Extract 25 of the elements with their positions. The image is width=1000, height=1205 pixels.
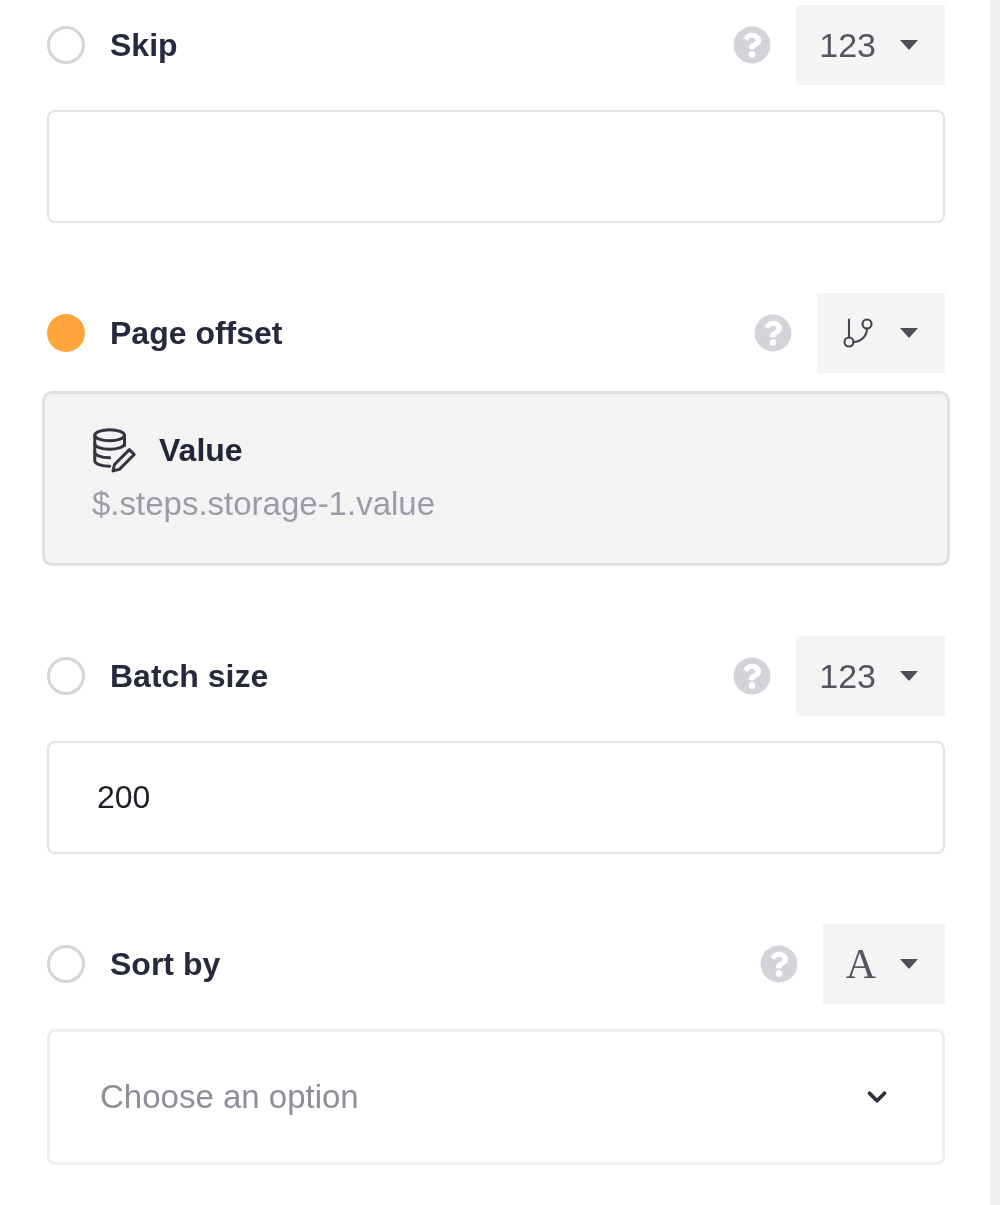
caret-down-icon [900, 671, 918, 681]
reference-path: $.steps.storage-1.value [92, 485, 437, 523]
type-dropdown-button[interactable]: 123 [796, 5, 945, 85]
caret-down-icon [900, 959, 918, 969]
help-icon[interactable] [733, 657, 772, 695]
field-label: Page offset [110, 314, 284, 352]
help-icon[interactable] [759, 945, 798, 983]
radio-button[interactable] [47, 657, 85, 695]
caret-down-icon [900, 328, 918, 338]
field-label: Skip [110, 26, 179, 64]
help-icon[interactable] [754, 314, 792, 352]
type-dropdown-button[interactable]: A [822, 924, 945, 1004]
type-dropdown-button[interactable] [817, 293, 945, 373]
field-label: Batch size [110, 657, 270, 695]
radio-button[interactable] [47, 26, 85, 64]
caret-down-icon [900, 40, 918, 50]
reference-title: Value [159, 432, 243, 469]
field-label: Sort by [110, 945, 222, 983]
type-dropdown-button[interactable]: 123 [796, 636, 945, 716]
input-field[interactable] [47, 110, 945, 223]
radio-button[interactable] [47, 314, 85, 352]
help-icon[interactable] [733, 26, 772, 64]
database-pencil-icon [92, 428, 137, 473]
input-field[interactable]: 200 [47, 741, 945, 854]
radio-button[interactable] [47, 945, 85, 983]
